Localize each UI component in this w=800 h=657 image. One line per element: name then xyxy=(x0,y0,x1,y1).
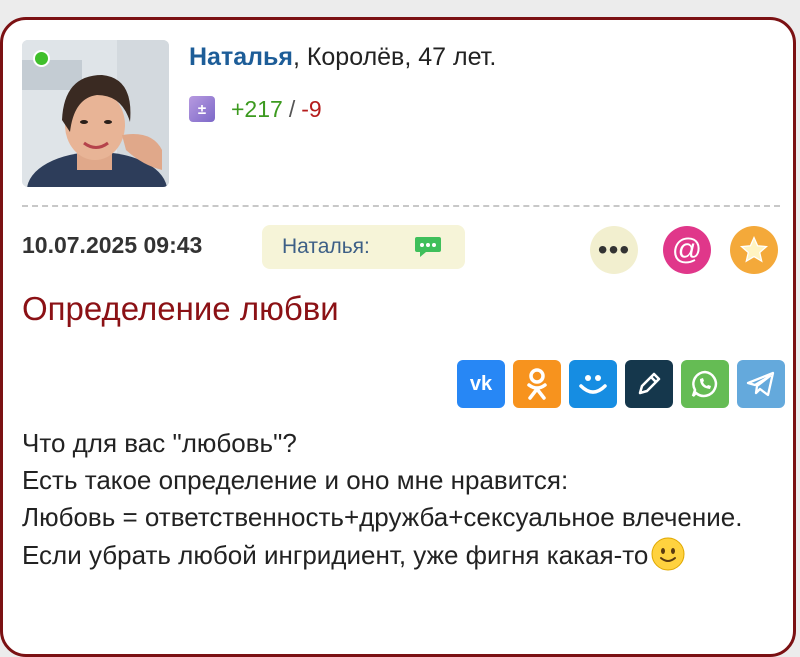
author-chip-label: Наталья: xyxy=(282,235,370,258)
odnoklassniki-icon xyxy=(527,368,547,400)
whatsapp-icon xyxy=(691,370,718,398)
share-vk-button[interactable]: vk xyxy=(457,360,505,408)
rating: ± +217 / -9 xyxy=(189,95,322,123)
rating-plus[interactable]: +217 xyxy=(231,96,283,123)
post-paragraph: Что для вас "любовь"? xyxy=(22,428,297,458)
star-icon xyxy=(739,235,769,263)
online-indicator xyxy=(33,50,50,67)
smile-emoji-icon xyxy=(651,537,685,571)
share-whatsapp-button[interactable] xyxy=(681,360,729,408)
profile-name-link[interactable]: Наталья xyxy=(189,43,293,71)
telegram-icon xyxy=(746,371,775,397)
pencil-icon xyxy=(638,372,661,395)
rating-minus[interactable]: -9 xyxy=(301,96,321,123)
at-icon: @ xyxy=(671,233,703,266)
post-body: Что для вас "любовь"? Есть такое определ… xyxy=(22,425,782,574)
post-datetime: 10.07.2025 09:43 xyxy=(22,232,203,258)
post-paragraph-text: Любовь = ответственность+дружба+сексуаль… xyxy=(22,502,743,570)
more-options-button[interactable]: ••• xyxy=(590,226,638,274)
chat-bubble-icon xyxy=(415,237,441,257)
profile-name-line: Наталья, Королёв, 47 лет. xyxy=(189,43,496,72)
post-paragraph: Есть такое определение и оно мне нравитс… xyxy=(22,465,569,495)
favorite-button[interactable] xyxy=(730,226,778,274)
post-title: Определение любви xyxy=(22,290,339,327)
moimir-icon xyxy=(579,375,607,394)
profile-location-age: , Королёв, 47 лет. xyxy=(292,43,497,71)
divider xyxy=(22,205,780,207)
share-moimir-button[interactable] xyxy=(569,360,617,408)
post-paragraph-with-emoji: Любовь = ответственность+дружба+сексуаль… xyxy=(22,499,782,574)
share-telegram-button[interactable] xyxy=(737,360,785,408)
more-icon: ••• xyxy=(597,234,631,265)
rating-separator: / xyxy=(288,95,296,122)
share-odnoklassniki-button[interactable] xyxy=(513,360,561,408)
vk-icon: vk xyxy=(469,372,493,395)
calculator-icon: ± xyxy=(189,96,215,122)
share-buttons: vk xyxy=(457,360,785,408)
mention-button[interactable]: @ xyxy=(663,226,711,274)
author-chat-button[interactable]: Наталья: xyxy=(262,225,465,269)
share-livejournal-button[interactable] xyxy=(625,360,673,408)
